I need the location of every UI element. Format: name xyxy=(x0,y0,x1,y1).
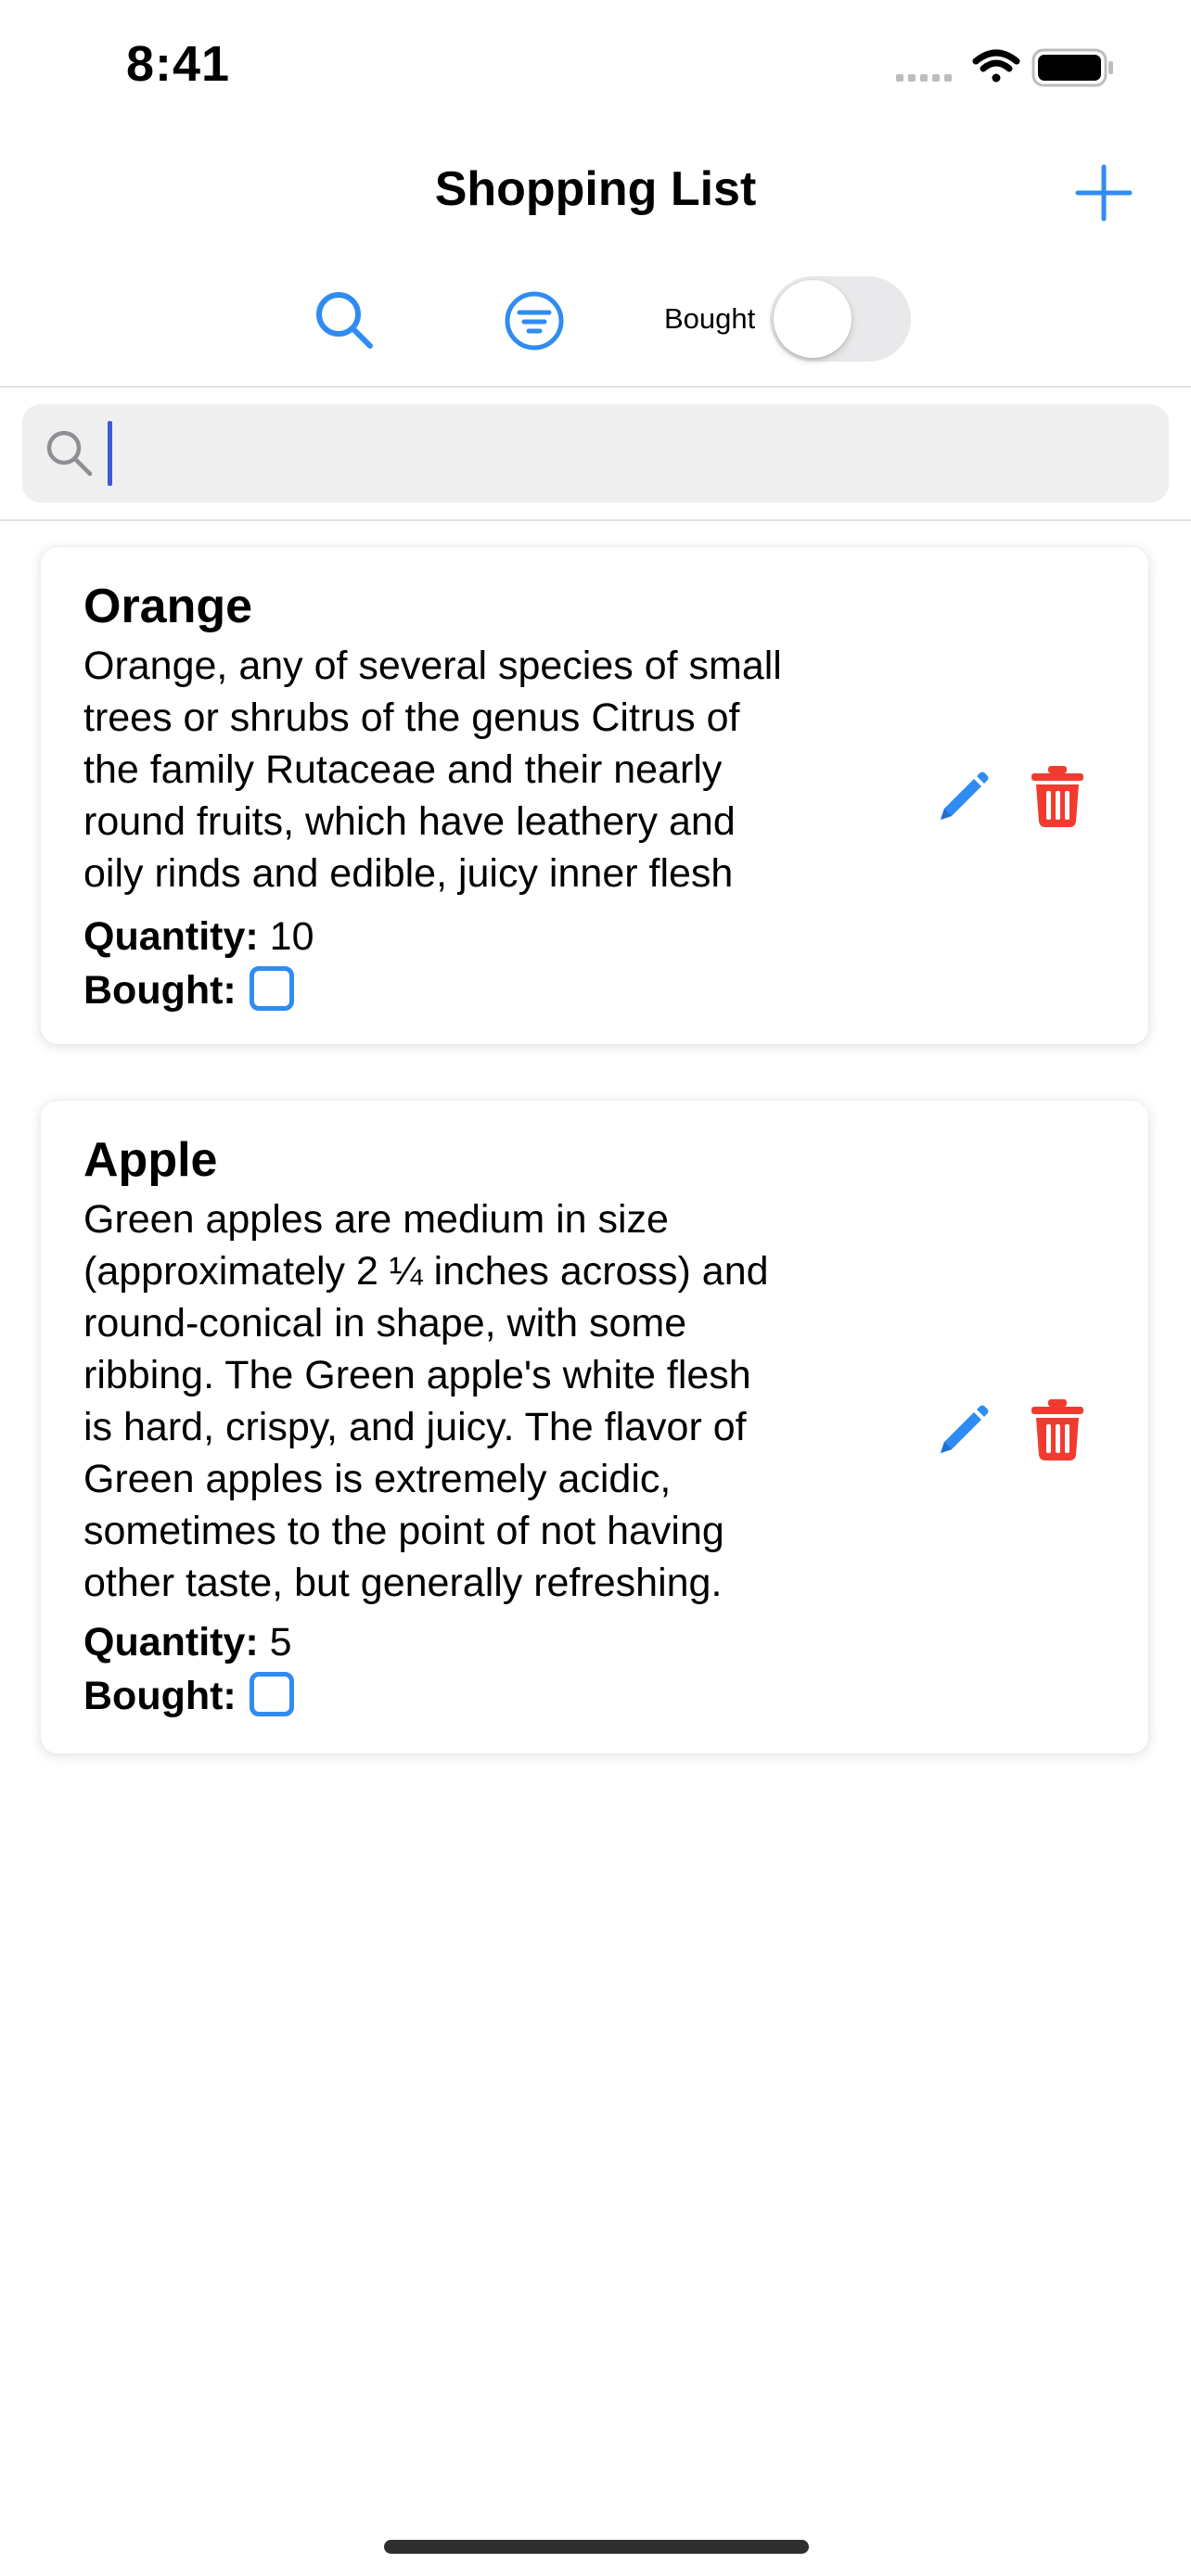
home-indicator[interactable] xyxy=(384,2540,809,2554)
item-bought: Bought: xyxy=(83,965,294,1014)
list-item: Orange Orange, any of several species of… xyxy=(41,547,1148,1044)
add-item-button[interactable] xyxy=(1074,163,1133,223)
bought-label: Bought: xyxy=(83,968,237,1013)
item-bought: Bought: xyxy=(83,1671,294,1719)
pencil-icon xyxy=(941,1405,989,1453)
toggle-knob xyxy=(774,280,852,358)
item-title: Orange xyxy=(83,580,253,633)
trash-icon xyxy=(1031,1399,1083,1460)
item-description: Orange, any of several species of small … xyxy=(83,644,782,896)
search-divider xyxy=(0,519,1191,521)
delete-button[interactable] xyxy=(1028,762,1087,829)
search-input[interactable] xyxy=(22,404,1169,503)
quantity-value: 5 xyxy=(269,1620,292,1664)
signal-icon xyxy=(896,74,952,82)
quantity-label: Quantity: xyxy=(83,914,259,959)
item-quantity: Quantity: 5 xyxy=(83,1620,292,1665)
battery-icon xyxy=(1031,48,1113,87)
bought-label: Bought: xyxy=(83,1674,237,1718)
plus-icon xyxy=(1075,164,1133,222)
search-icon xyxy=(316,292,373,349)
item-quantity: Quantity: 10 xyxy=(83,914,314,960)
filter-button[interactable] xyxy=(501,287,568,354)
magnifier-icon xyxy=(46,430,93,477)
item-description: Green apples are medium in size (approxi… xyxy=(83,1197,769,1605)
quantity-value: 10 xyxy=(269,914,314,959)
bought-filter-toggle[interactable] xyxy=(770,276,911,362)
wifi-icon xyxy=(972,49,1020,83)
edit-button[interactable] xyxy=(931,1399,991,1466)
filter-icon xyxy=(505,291,564,351)
quantity-label: Quantity: xyxy=(83,1620,259,1664)
bought-filter-label: Bought xyxy=(664,302,756,335)
page-title: Shopping List xyxy=(434,162,757,216)
bought-checkbox[interactable] xyxy=(249,965,294,1011)
text-cursor xyxy=(108,421,112,486)
delete-button[interactable] xyxy=(1028,1396,1087,1462)
edit-button[interactable] xyxy=(931,766,991,833)
item-title: Apple xyxy=(83,1133,218,1187)
toolbar-divider xyxy=(0,386,1191,388)
search-toggle-button[interactable] xyxy=(312,287,378,354)
screen: 8:41 Shopping List Bought Orange Orange,… xyxy=(0,0,1191,2576)
bought-checkbox[interactable] xyxy=(249,1671,294,1716)
status-time: 8:41 xyxy=(126,36,231,92)
trash-icon xyxy=(1031,766,1083,827)
status-icons xyxy=(896,48,1113,87)
pencil-icon xyxy=(941,772,989,820)
list-item: Apple Green apples are medium in size (a… xyxy=(41,1101,1148,1753)
